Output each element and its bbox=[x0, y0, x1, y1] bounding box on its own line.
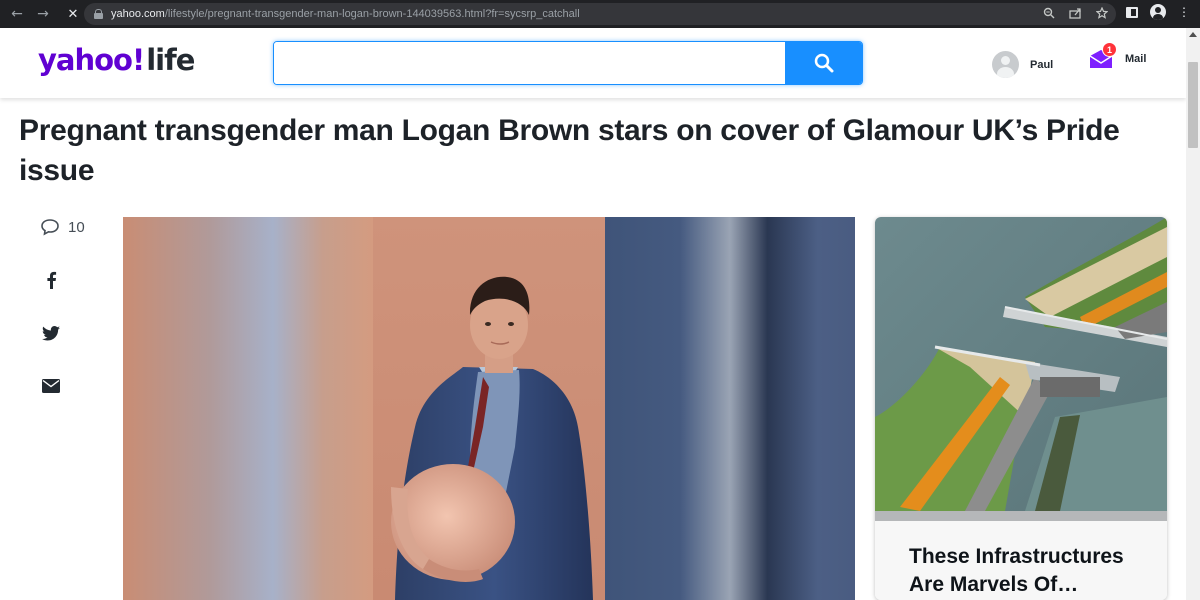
promo-divider bbox=[875, 511, 1167, 521]
zoom-icon[interactable] bbox=[1043, 7, 1055, 22]
url-text[interactable]: yahoo.com/lifestyle/pregnant-transgender… bbox=[111, 8, 580, 20]
article-headline: Pregnant transgender man Logan Brown sta… bbox=[19, 114, 1120, 187]
page-scrollbar[interactable] bbox=[1186, 28, 1200, 600]
article-hero-image[interactable] bbox=[123, 217, 855, 600]
profile-icon[interactable] bbox=[1150, 4, 1166, 20]
twitter-share-button[interactable] bbox=[40, 322, 62, 344]
back-icon[interactable]: ← bbox=[6, 3, 28, 25]
email-share-button[interactable] bbox=[40, 375, 62, 397]
email-icon bbox=[42, 379, 60, 393]
lock-icon[interactable] bbox=[94, 9, 103, 19]
mail-count-badge: 1 bbox=[1102, 42, 1117, 57]
side-panel-icon[interactable] bbox=[1124, 4, 1140, 20]
share-page-icon[interactable] bbox=[1069, 7, 1082, 22]
mail-icon[interactable]: 1 bbox=[1089, 42, 1117, 68]
user-name[interactable]: Paul bbox=[1030, 59, 1053, 71]
promo-image bbox=[875, 217, 1167, 511]
promo-card[interactable]: These Infrastructures Are Marvels Of… bbox=[875, 217, 1167, 600]
stop-loading-icon[interactable]: ✕ bbox=[62, 3, 84, 25]
avatar[interactable] bbox=[992, 51, 1019, 78]
logo-yahoo-text: yahoo bbox=[38, 43, 133, 77]
logo-bang-text: ! bbox=[131, 43, 145, 77]
more-menu-icon[interactable]: ⋮ bbox=[1176, 4, 1192, 20]
mail-link[interactable]: 1 Mail bbox=[1089, 42, 1146, 68]
hero-photo-illustration bbox=[123, 217, 855, 600]
user-menu[interactable]: Paul bbox=[992, 51, 1053, 78]
bookmark-star-icon[interactable] bbox=[1095, 6, 1109, 22]
twitter-icon bbox=[42, 325, 60, 341]
address-bar[interactable]: yahoo.com/lifestyle/pregnant-transgender… bbox=[84, 3, 1116, 25]
search-icon bbox=[814, 53, 833, 73]
facebook-share-button[interactable] bbox=[40, 269, 62, 291]
facebook-icon bbox=[47, 271, 57, 289]
share-bar: 10 bbox=[40, 217, 90, 393]
mail-label[interactable]: Mail bbox=[1125, 53, 1146, 65]
browser-toolbar: ← → ✕ yahoo.com/lifestyle/pregnant-trans… bbox=[0, 0, 1200, 28]
scroll-thumb[interactable] bbox=[1188, 62, 1198, 148]
forward-icon[interactable]: → bbox=[32, 3, 54, 25]
promo-title[interactable]: These Infrastructures Are Marvels Of… bbox=[909, 543, 1149, 599]
search-box bbox=[273, 41, 863, 85]
scroll-up-arrow-icon[interactable] bbox=[1189, 32, 1197, 37]
search-input[interactable] bbox=[274, 42, 785, 84]
comment-icon bbox=[41, 219, 59, 236]
comments-button[interactable]: 10 bbox=[40, 217, 90, 237]
logo-life-text: life bbox=[146, 43, 195, 77]
site-header: yahoo! life Paul 1 Mail bbox=[0, 28, 1186, 98]
yahoo-life-logo[interactable]: yahoo! life bbox=[38, 43, 195, 79]
search-button[interactable] bbox=[785, 42, 862, 84]
comment-count: 10 bbox=[68, 218, 85, 236]
